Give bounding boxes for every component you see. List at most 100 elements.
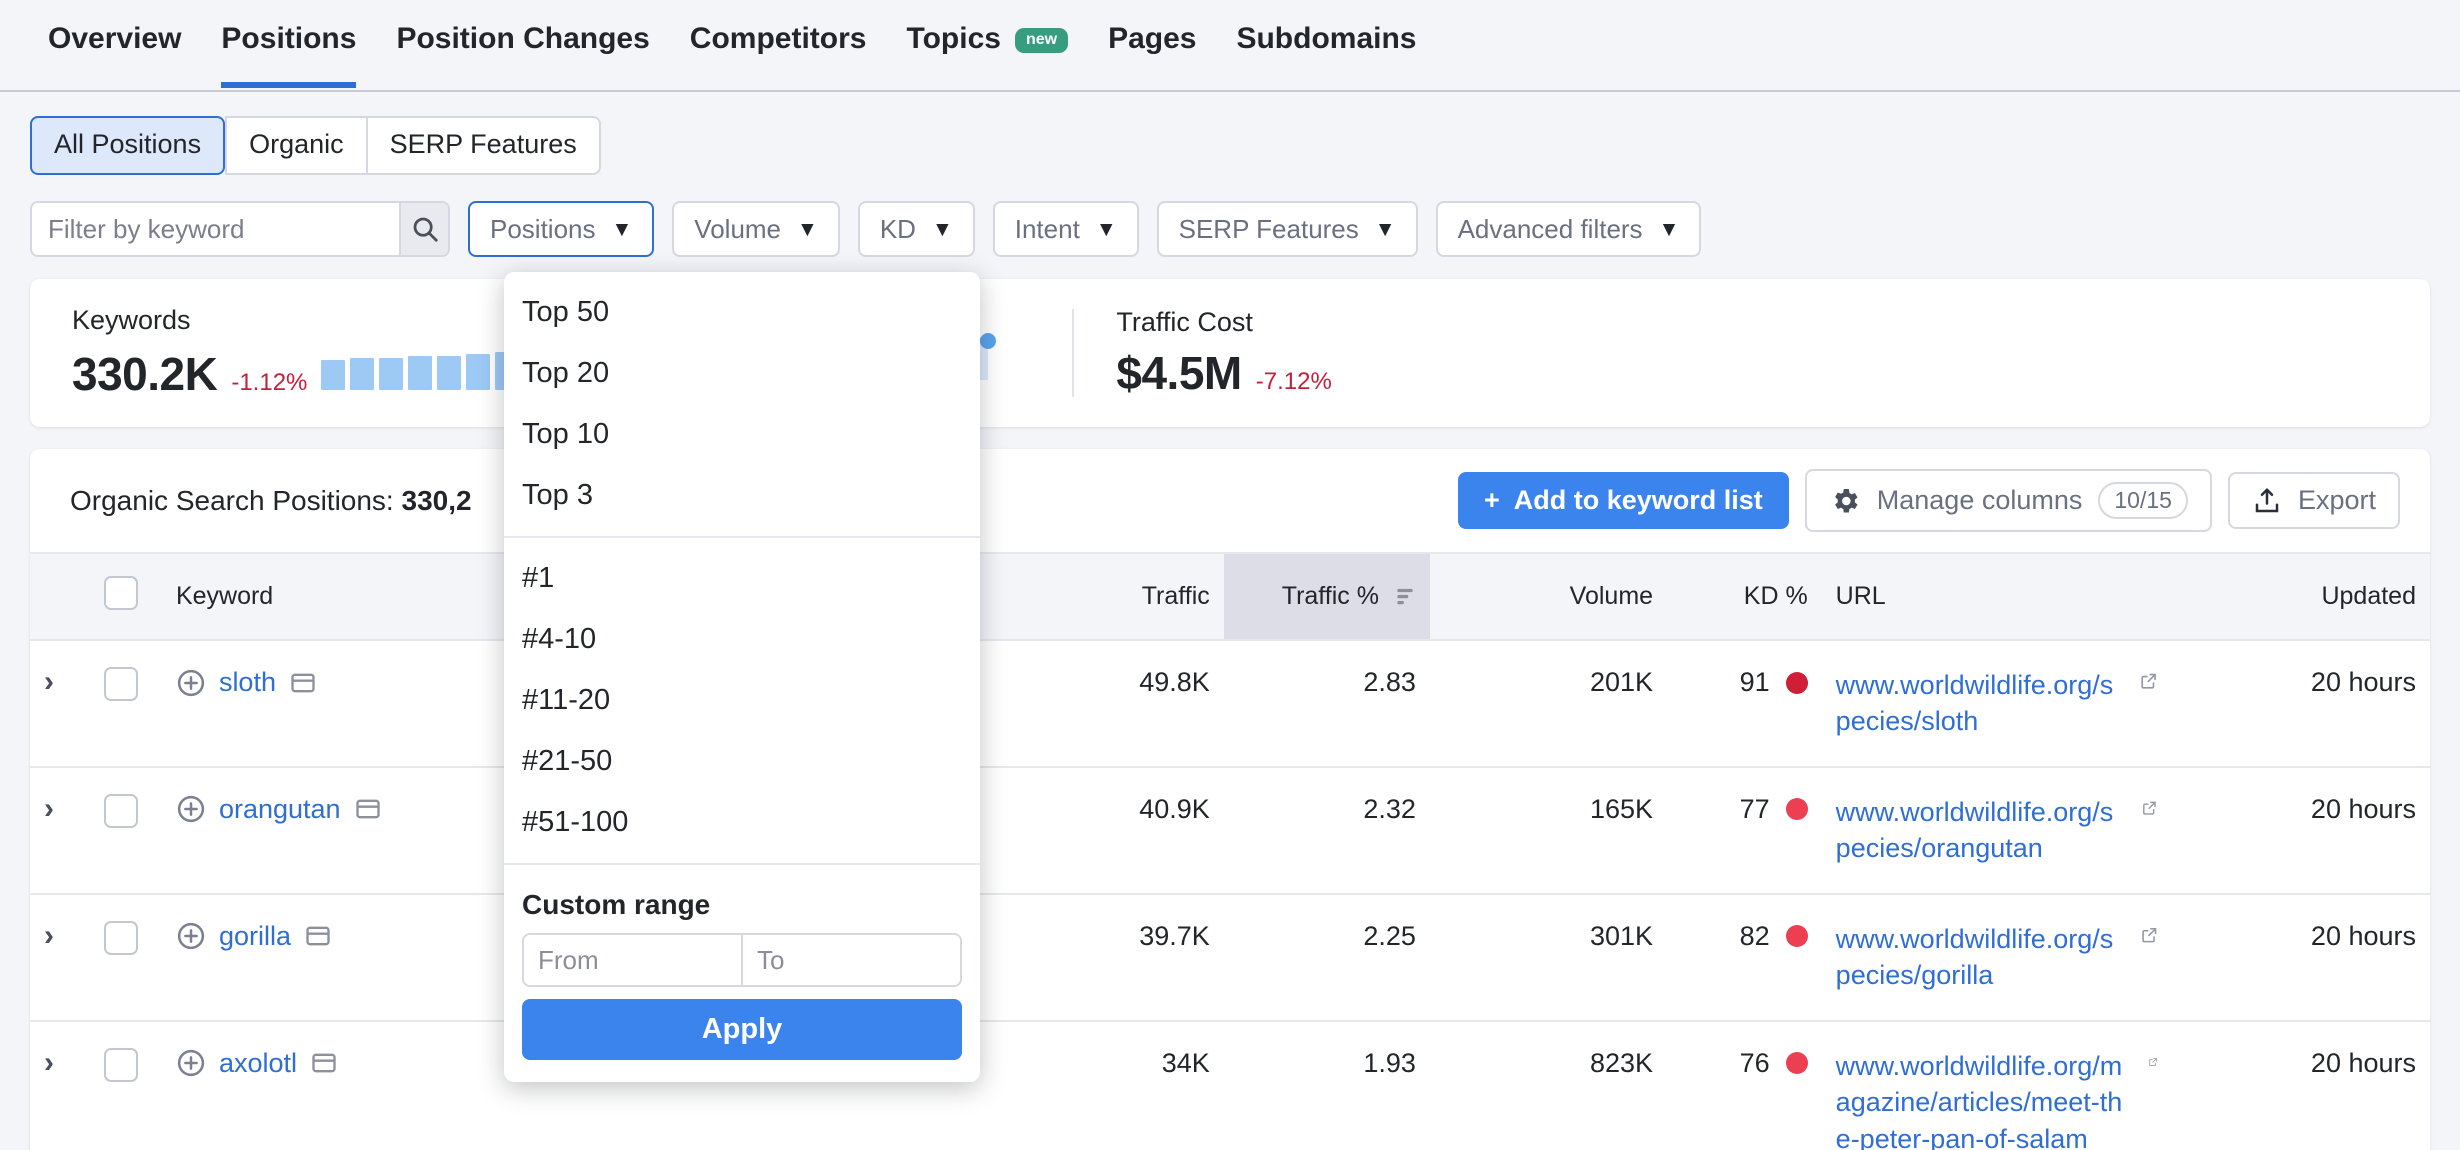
table-header-row: Keyword Intent Traffic Traffic % Volume … — [30, 552, 2430, 641]
row-keyword-cell: gorilla — [161, 893, 513, 1022]
col-header-traffic[interactable]: Traffic — [1038, 552, 1224, 641]
manage-columns-button[interactable]: Manage columns 10/15 — [1804, 469, 2212, 532]
chevron-right-icon[interactable]: › — [44, 667, 54, 697]
col-header-url[interactable]: URL — [1821, 552, 2173, 641]
row-checkbox[interactable] — [103, 1047, 138, 1082]
col-header-select-all[interactable] — [89, 552, 162, 641]
nav-tab-label: Position Changes — [396, 22, 650, 55]
export-button[interactable]: Export — [2227, 472, 2400, 529]
dropdown-option-top-50[interactable]: Top 50 — [504, 282, 980, 343]
row-select-cell[interactable] — [89, 893, 162, 1022]
row-kd-cell: 82 — [1667, 893, 1822, 1022]
chevron-right-icon[interactable]: › — [44, 920, 54, 951]
external-link-icon[interactable] — [2140, 921, 2159, 949]
row-expand-cell[interactable]: › — [30, 893, 90, 1022]
keyword-link[interactable]: axolotl — [219, 1048, 297, 1079]
keyword-filter — [30, 201, 450, 257]
segment-serp-features[interactable]: SERP Features — [365, 116, 601, 175]
url-link[interactable]: www.worldwildlife.org/species/sloth — [1836, 667, 2125, 740]
add-keyword-icon[interactable] — [176, 1048, 206, 1078]
row-checkbox[interactable] — [103, 793, 138, 828]
custom-range-to-input[interactable] — [741, 935, 960, 985]
external-link-icon[interactable] — [2141, 794, 2158, 822]
kd-difficulty-dot — [1785, 671, 1808, 694]
row-kd-cell: 91 — [1667, 640, 1822, 768]
keyword-link[interactable]: sloth — [219, 667, 276, 698]
dropdown-option-rank-51-100[interactable]: #51-100 — [504, 792, 980, 853]
plus-icon: + — [1483, 485, 1500, 515]
metric-delta: -7.12% — [1255, 367, 1332, 395]
row-expand-cell[interactable]: › — [30, 640, 90, 768]
row-kd-cell: 77 — [1667, 766, 1822, 895]
row-url-cell: www.worldwildlife.org/magazine/articles/… — [1822, 1021, 2173, 1150]
filter-advanced[interactable]: Advanced filters ▼ — [1435, 201, 1702, 257]
dropdown-option-top-10[interactable]: Top 10 — [504, 404, 980, 465]
nav-tab-competitors[interactable]: Competitors — [670, 16, 887, 88]
col-header-volume[interactable]: Volume — [1429, 552, 1668, 641]
dropdown-option-rank-1[interactable]: #1 — [504, 548, 980, 609]
nav-tab-position-changes[interactable]: Position Changes — [376, 16, 669, 88]
row-volume-cell: 823K — [1589, 1047, 1654, 1078]
filter-intent[interactable]: Intent ▼ — [992, 201, 1139, 257]
row-select-cell[interactable] — [90, 1021, 162, 1150]
apply-button[interactable]: Apply — [522, 999, 962, 1060]
dropdown-separator — [504, 863, 980, 865]
col-header-expand — [30, 552, 90, 641]
filter-volume[interactable]: Volume ▼ — [672, 201, 840, 257]
nav-tab-subdomains[interactable]: Subdomains — [1216, 16, 1436, 88]
nav-tab-label: Topics — [906, 22, 1001, 55]
nav-tab-positions[interactable]: Positions — [201, 16, 376, 88]
row-checkbox[interactable] — [103, 920, 138, 955]
serp-feature-icon[interactable] — [304, 922, 332, 950]
chevron-right-icon[interactable]: › — [44, 793, 54, 824]
col-header-kd[interactable]: KD % — [1667, 552, 1822, 641]
add-keyword-icon[interactable] — [176, 668, 206, 698]
filter-positions[interactable]: Positions ▼ — [468, 201, 655, 257]
col-header-traffic-pct[interactable]: Traffic % — [1223, 552, 1430, 641]
segment-organic[interactable]: Organic — [225, 116, 366, 175]
search-input[interactable] — [32, 203, 399, 255]
filter-label: Positions — [490, 213, 596, 244]
row-traffic-pct-cell: 2.25 — [1223, 893, 1430, 1022]
filter-label: SERP Features — [1178, 213, 1359, 244]
keyword-link[interactable]: gorilla — [219, 921, 291, 952]
dropdown-option-top-3[interactable]: Top 3 — [504, 465, 980, 526]
filter-serp-features[interactable]: SERP Features ▼ — [1156, 201, 1418, 257]
col-header-updated[interactable]: Updated — [2172, 552, 2430, 641]
url-link[interactable]: www.worldwildlife.org/species/orangutan — [1836, 794, 2128, 867]
dropdown-option-rank-4-10[interactable]: #4-10 — [504, 609, 980, 670]
nav-tab-topics[interactable]: Topics new — [886, 16, 1088, 88]
url-link[interactable]: www.worldwildlife.org/species/gorilla — [1836, 921, 2126, 994]
dropdown-option-rank-11-20[interactable]: #11-20 — [504, 670, 980, 731]
row-select-cell[interactable] — [89, 766, 162, 895]
custom-range-from-input[interactable] — [524, 935, 741, 985]
nav-tab-pages[interactable]: Pages — [1088, 16, 1216, 88]
dropdown-option-rank-21-50[interactable]: #21-50 — [504, 731, 980, 792]
row-traffic-cell: 34K — [1161, 1047, 1210, 1078]
nav-tab-overview[interactable]: Overview — [28, 16, 201, 88]
keyword-link[interactable]: orangutan — [219, 794, 341, 825]
external-link-icon[interactable] — [2148, 1048, 2158, 1076]
row-expand-cell[interactable]: › — [30, 766, 90, 895]
chevron-right-icon[interactable]: › — [44, 1047, 54, 1078]
serp-feature-icon[interactable] — [354, 795, 382, 823]
col-header-keyword[interactable]: Keyword — [161, 552, 513, 641]
row-keyword-cell: orangutan — [161, 766, 513, 895]
chevron-down-icon: ▼ — [1658, 217, 1680, 241]
add-keyword-icon[interactable] — [176, 794, 206, 824]
row-checkbox[interactable] — [103, 667, 138, 701]
select-all-checkbox[interactable] — [103, 576, 138, 610]
url-link[interactable]: www.worldwildlife.org/magazine/articles/… — [1836, 1048, 2134, 1150]
row-expand-cell[interactable]: › — [30, 1021, 90, 1150]
serp-feature-icon[interactable] — [289, 669, 317, 697]
serp-feature-icon[interactable] — [310, 1049, 338, 1077]
segment-all-positions[interactable]: All Positions — [30, 116, 226, 175]
position-type-toggle: All Positions Organic SERP Features — [30, 116, 601, 175]
add-keyword-icon[interactable] — [176, 921, 206, 951]
row-select-cell[interactable] — [89, 640, 162, 768]
external-link-icon[interactable] — [2139, 667, 2158, 695]
search-button[interactable] — [399, 203, 448, 255]
dropdown-option-top-20[interactable]: Top 20 — [504, 343, 980, 404]
filter-kd[interactable]: KD ▼ — [857, 201, 975, 257]
add-to-keyword-list-button[interactable]: + Add to keyword list — [1457, 472, 1789, 529]
